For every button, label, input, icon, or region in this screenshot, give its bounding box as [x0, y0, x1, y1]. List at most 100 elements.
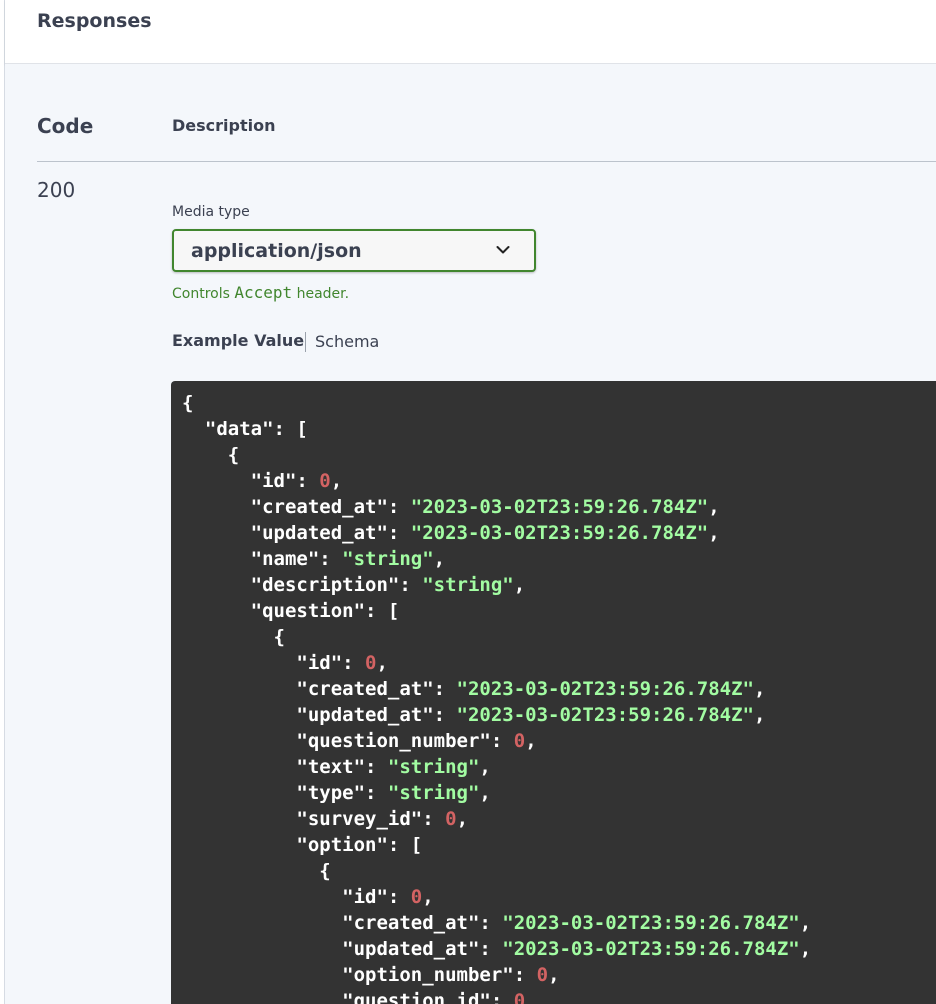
tab-schema[interactable]: Schema — [315, 332, 379, 351]
note-prefix: Controls — [172, 286, 235, 302]
code-string: "2023-03-02T23:59:26.784Z" — [410, 496, 709, 518]
code-punct: , — [433, 548, 446, 570]
media-type-selected-value: application/json — [191, 240, 362, 262]
code-line: "description": "string", — [182, 574, 526, 596]
code-punct: , — [479, 782, 491, 804]
code-punct: , — [479, 756, 491, 778]
code-punct: "question": [ — [182, 600, 400, 622]
note-suffix: header. — [292, 286, 350, 302]
code-line: "updated_at": "2023-03-02T23:59:26.784Z"… — [182, 522, 720, 544]
code-string: "string" — [422, 574, 514, 596]
code-punct: { — [182, 626, 285, 648]
code-line: "option_number": 0, — [182, 964, 560, 986]
code-number: 0 — [536, 964, 549, 986]
code-line: "text": "string", — [182, 756, 491, 778]
code-punct: , — [330, 470, 343, 492]
code-line: { — [182, 860, 331, 882]
code-punct: "updated_at": — [182, 938, 503, 960]
media-type-label: Media type — [172, 204, 250, 220]
code-punct: "name": — [182, 548, 343, 570]
code-punct: "created_at": — [182, 912, 503, 934]
code-punct: , — [422, 886, 434, 908]
chevron-down-icon — [496, 246, 510, 254]
code-punct: { — [182, 392, 194, 414]
tab-example-value[interactable]: Example Value — [172, 331, 304, 350]
code-number: 0 — [513, 990, 526, 1004]
code-punct: , — [753, 704, 766, 726]
example-value-code-block[interactable]: { "data": [ { "id": 0, "created_at": "20… — [171, 381, 936, 1004]
code-punct: "updated_at": — [182, 522, 411, 544]
code-line: "question_number": 0, — [182, 730, 537, 752]
example-json: { "data": [ { "id": 0, "created_at": "20… — [182, 390, 811, 1004]
code-punct: , — [708, 522, 720, 544]
code-punct: "data": [ — [182, 418, 308, 440]
code-punct: , — [799, 912, 812, 934]
code-line: { — [182, 626, 285, 648]
code-punct: "question_id": — [182, 990, 514, 1004]
controls-accept-note: Controls Accept header. — [172, 283, 349, 302]
code-punct: "created_at": — [182, 678, 457, 700]
code-line: "question_id": 0 — [182, 990, 525, 1004]
code-punct: , — [456, 808, 469, 830]
code-punct: "survey_id": — [182, 808, 446, 830]
code-line: "id": 0, — [182, 886, 434, 908]
code-number: 0 — [365, 652, 377, 674]
code-number: 0 — [410, 886, 423, 908]
code-punct: , — [513, 574, 526, 596]
accept-header-code: Accept — [234, 283, 293, 302]
code-punct: "description": — [182, 574, 423, 596]
code-line: { — [182, 444, 239, 466]
code-string: "2023-03-02T23:59:26.784Z" — [456, 704, 754, 726]
code-punct: "option_number": — [182, 964, 537, 986]
code-line: "id": 0, — [182, 652, 388, 674]
response-status-code: 200 — [37, 178, 76, 202]
code-line: "created_at": "2023-03-02T23:59:26.784Z"… — [182, 496, 720, 518]
code-string: "2023-03-02T23:59:26.784Z" — [502, 912, 800, 934]
code-string: "2023-03-02T23:59:26.784Z" — [456, 678, 754, 700]
media-type-select[interactable]: application/json — [172, 229, 536, 272]
code-punct: "updated_at": — [182, 704, 457, 726]
code-punct: "type": — [182, 782, 388, 804]
code-punct: "created_at": — [182, 496, 411, 518]
code-line: "created_at": "2023-03-02T23:59:26.784Z"… — [182, 678, 765, 700]
code-number: 0 — [513, 730, 526, 752]
code-punct: , — [376, 652, 388, 674]
code-line: "survey_id": 0, — [182, 808, 468, 830]
code-line: "type": "string", — [182, 782, 491, 804]
table-header-divider — [37, 161, 936, 162]
code-line: { — [182, 392, 193, 414]
code-punct: "question_number": — [182, 730, 514, 752]
code-punct: , — [799, 938, 812, 960]
code-punct: , — [525, 730, 537, 752]
section-title: Responses — [37, 10, 152, 32]
code-line: "id": 0, — [182, 470, 343, 492]
code-punct: "text": — [182, 756, 388, 778]
column-header-description: Description — [172, 116, 276, 135]
code-string: "string" — [387, 782, 480, 804]
tab-divider — [305, 332, 306, 352]
code-punct: { — [182, 444, 240, 466]
code-string: "string" — [342, 548, 434, 570]
code-punct: { — [182, 860, 331, 882]
code-punct: , — [708, 496, 720, 518]
code-line: "data": [ — [182, 418, 308, 440]
code-punct: , — [548, 964, 560, 986]
code-string: "2023-03-02T23:59:26.784Z" — [410, 522, 709, 544]
code-line: "option": [ — [182, 834, 422, 856]
code-punct: "id": — [182, 886, 411, 908]
code-line: "question": [ — [182, 600, 400, 622]
code-punct: , — [753, 678, 766, 700]
code-line: "name": "string", — [182, 548, 446, 570]
code-punct: "option": [ — [182, 834, 423, 856]
code-number: 0 — [445, 808, 457, 830]
code-number: 0 — [319, 470, 331, 492]
code-punct: "id": — [182, 652, 366, 674]
code-line: "created_at": "2023-03-02T23:59:26.784Z"… — [182, 912, 811, 934]
code-punct: "id": — [182, 470, 320, 492]
responses-header: Responses — [5, 0, 936, 64]
code-line: "updated_at": "2023-03-02T23:59:26.784Z"… — [182, 938, 811, 960]
code-string: "2023-03-02T23:59:26.784Z" — [502, 938, 800, 960]
code-line: "updated_at": "2023-03-02T23:59:26.784Z"… — [182, 704, 765, 726]
code-string: "string" — [387, 756, 480, 778]
column-header-code: Code — [37, 114, 94, 138]
